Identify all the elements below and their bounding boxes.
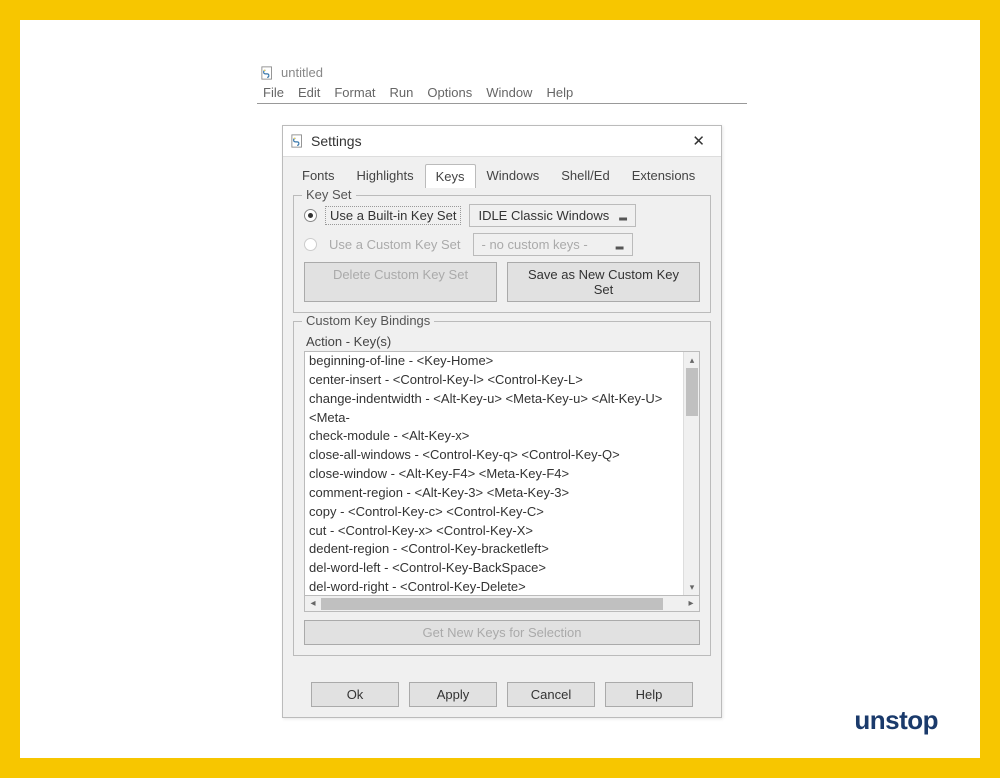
cancel-button[interactable]: Cancel [507,682,595,707]
dropdown-arrow-icon: ▂ [619,210,627,221]
custom-keyset-dropdown: - no custom keys - ▂ [473,233,633,256]
scroll-up-icon[interactable]: ▴ [684,352,700,368]
list-item[interactable]: del-word-right - <Control-Key-Delete> [309,578,683,596]
bindings-listbox[interactable]: beginning-of-line - <Key-Home> center-in… [304,351,700,596]
delete-custom-keyset-button: Delete Custom Key Set [304,262,497,302]
menu-edit[interactable]: Edit [292,85,326,100]
ok-button[interactable]: Ok [311,682,399,707]
builtin-keyset-radio[interactable] [304,209,317,222]
editor-titlebar: untitled [257,63,747,82]
list-item[interactable]: close-all-windows - <Control-Key-q> <Con… [309,446,683,465]
python-file-icon [291,134,305,148]
hscroll-thumb[interactable] [321,598,663,610]
save-custom-keyset-button[interactable]: Save as New Custom Key Set [507,262,700,302]
scroll-right-icon[interactable]: ▸ [683,596,699,611]
tab-windows[interactable]: Windows [476,163,551,187]
builtin-keyset-row: Use a Built-in Key Set IDLE Classic Wind… [304,204,700,227]
keyset-legend: Key Set [302,187,356,202]
close-icon[interactable]: ✕ [686,132,711,150]
list-item[interactable]: dedent-region - <Control-Key-bracketleft… [309,540,683,559]
builtin-keyset-dropdown[interactable]: IDLE Classic Windows ▂ [469,204,635,227]
app-frame: untitled File Edit Format Run Options Wi… [0,0,1000,778]
custom-keyset-value: - no custom keys - [482,237,588,252]
unstop-watermark: unstop [854,705,938,736]
list-item[interactable]: change-indentwidth - <Alt-Key-u> <Meta-K… [309,390,683,428]
menu-window[interactable]: Window [480,85,538,100]
menu-bar: File Edit Format Run Options Window Help [257,82,747,104]
menu-help[interactable]: Help [540,85,579,100]
scroll-down-icon[interactable]: ▾ [684,579,700,595]
idle-editor-window: untitled File Edit Format Run Options Wi… [257,63,747,104]
tab-highlights[interactable]: Highlights [346,163,425,187]
menu-format[interactable]: Format [328,85,381,100]
get-new-keys-button: Get New Keys for Selection [304,620,700,645]
builtin-keyset-value: IDLE Classic Windows [478,208,609,223]
dialog-title: Settings [311,133,362,149]
custom-keyset-label: Use a Custom Key Set [325,236,465,253]
vertical-scrollbar[interactable]: ▴ ▾ [683,352,699,595]
list-item[interactable]: beginning-of-line - <Key-Home> [309,352,683,371]
dialog-titlebar: Settings ✕ [283,126,721,157]
bindings-legend: Custom Key Bindings [302,313,434,328]
scroll-left-icon[interactable]: ◂ [305,596,321,611]
list-item[interactable]: copy - <Control-Key-c> <Control-Key-C> [309,503,683,522]
keyset-fieldset: Key Set Use a Built-in Key Set IDLE Clas… [293,195,711,313]
list-item[interactable]: close-window - <Alt-Key-F4> <Meta-Key-F4… [309,465,683,484]
tab-body: Key Set Use a Built-in Key Set IDLE Clas… [283,187,721,674]
custom-keyset-radio[interactable] [304,238,317,251]
list-item[interactable]: center-insert - <Control-Key-l> <Control… [309,371,683,390]
tab-shell-ed[interactable]: Shell/Ed [550,163,620,187]
dropdown-arrow-icon: ▂ [616,239,624,250]
tab-fonts[interactable]: Fonts [291,163,346,187]
horizontal-scrollbar[interactable]: ◂ ▸ [304,596,700,612]
bindings-list-content[interactable]: beginning-of-line - <Key-Home> center-in… [305,352,699,596]
bindings-header: Action - Key(s) [306,334,700,349]
menu-file[interactable]: File [257,85,290,100]
dialog-footer: Ok Apply Cancel Help [283,674,721,717]
list-item[interactable]: comment-region - <Alt-Key-3> <Meta-Key-3… [309,484,683,503]
list-item[interactable]: cut - <Control-Key-x> <Control-Key-X> [309,522,683,541]
menu-options[interactable]: Options [421,85,478,100]
tab-strip: Fonts Highlights Keys Windows Shell/Ed E… [283,157,721,187]
scroll-thumb[interactable] [686,368,698,416]
tab-extensions[interactable]: Extensions [621,163,707,187]
bindings-fieldset: Custom Key Bindings Action - Key(s) begi… [293,321,711,656]
settings-dialog: Settings ✕ Fonts Highlights Keys Windows… [282,125,722,718]
list-item[interactable]: del-word-left - <Control-Key-BackSpace> [309,559,683,578]
help-button[interactable]: Help [605,682,693,707]
list-item[interactable]: check-module - <Alt-Key-x> [309,427,683,446]
builtin-keyset-label[interactable]: Use a Built-in Key Set [325,206,461,225]
menu-run[interactable]: Run [384,85,420,100]
editor-title: untitled [281,65,323,80]
custom-keyset-row: Use a Custom Key Set - no custom keys - … [304,233,700,256]
tab-keys[interactable]: Keys [425,164,476,188]
apply-button[interactable]: Apply [409,682,497,707]
python-file-icon [261,66,275,80]
